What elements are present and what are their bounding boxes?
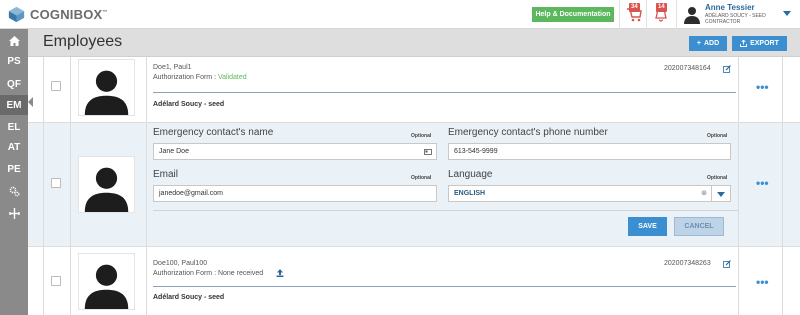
- home-icon: [8, 36, 20, 46]
- employee-row-expanded: Emergency contact's name Optional Jane D…: [28, 122, 800, 247]
- org-chart-icon: [8, 207, 20, 219]
- page-title: Employees: [43, 33, 123, 50]
- employee-photo: [78, 156, 135, 213]
- user-organization: ADÉLARD SOUCY - SEED CONTRACTOR: [705, 13, 766, 25]
- more-options-icon[interactable]: •••: [756, 275, 769, 289]
- export-button[interactable]: EXPORT: [732, 36, 787, 51]
- optional-tag: Optional: [411, 175, 432, 181]
- divider: [153, 210, 738, 211]
- gears-icon: [9, 186, 19, 196]
- divider: [646, 0, 647, 29]
- divider: [676, 0, 677, 29]
- emergency-name-field[interactable]: Jane Doe: [153, 143, 437, 160]
- employee-name[interactable]: Doe100, Paul100: [153, 260, 207, 267]
- sidebar-item-ps[interactable]: PS: [0, 51, 28, 71]
- user-avatar-icon[interactable]: [683, 5, 701, 24]
- logo-text: COGNIBOX™: [30, 6, 108, 22]
- row-checkbox[interactable]: [51, 276, 61, 286]
- plus-icon: +: [696, 40, 701, 47]
- employee-id: 202007348164: [664, 65, 711, 72]
- supervisor-name: Adélard Soucy - seed: [153, 101, 225, 108]
- more-options-icon[interactable]: •••: [756, 80, 769, 94]
- sidebar-item-home[interactable]: [0, 31, 28, 51]
- optional-tag: Optional: [707, 175, 728, 181]
- employee-name[interactable]: Doe1, Paul1: [153, 64, 192, 71]
- employee-row: Doe1, Paul1 Authorization Form : Validat…: [28, 57, 800, 122]
- divider: [153, 286, 736, 287]
- language-select[interactable]: ENGLISH ⊗: [448, 185, 731, 202]
- user-name[interactable]: Anne Tessier: [705, 3, 755, 12]
- contact-card-icon: [424, 149, 432, 155]
- email-label: Email: [153, 169, 179, 180]
- employee-photo: [78, 59, 135, 116]
- save-button[interactable]: SAVE: [628, 217, 667, 236]
- divider: [153, 92, 736, 93]
- sidebar-item-org-chart[interactable]: [0, 203, 28, 223]
- sidebar-item-at[interactable]: AT: [0, 137, 28, 157]
- sidebar-item-el[interactable]: EL: [0, 117, 28, 137]
- chevron-down-icon[interactable]: [717, 192, 725, 197]
- email-field[interactable]: janedoe@gmail.com: [153, 185, 437, 202]
- edit-icon[interactable]: [723, 260, 731, 268]
- authorization-form-status: Authorization Form : None received: [153, 270, 264, 277]
- emergency-name-label: Emergency contact's name: [153, 127, 274, 138]
- cancel-button[interactable]: CANCEL: [674, 217, 724, 236]
- sidebar: PS QF EM EL AT PE: [0, 29, 28, 315]
- language-label: Language: [448, 169, 493, 180]
- sidebar-item-em[interactable]: EM: [0, 95, 28, 115]
- authorization-form-status: Authorization Form : Validated: [153, 74, 247, 81]
- logo-cube-icon: [8, 6, 25, 22]
- cart-count-badge: 34: [629, 3, 640, 12]
- employee-id: 202007348263: [664, 260, 711, 267]
- sidebar-item-pe[interactable]: PE: [0, 159, 28, 179]
- cognibox-logo[interactable]: COGNIBOX™: [8, 5, 108, 23]
- top-bar: COGNIBOX™ Help & Documentation 34 14 Ann…: [0, 0, 800, 29]
- clear-icon[interactable]: ⊗: [701, 189, 707, 197]
- page-header: Employees + ADD EXPORT: [28, 29, 800, 57]
- supervisor-name: Adélard Soucy - seed: [153, 294, 225, 301]
- emergency-phone-label: Emergency contact's phone number: [448, 127, 608, 138]
- help-documentation-button[interactable]: Help & Documentation: [532, 7, 614, 22]
- emergency-phone-field[interactable]: 613-545-9999: [448, 143, 731, 160]
- row-checkbox[interactable]: [51, 81, 61, 91]
- add-button[interactable]: + ADD: [689, 36, 727, 51]
- optional-tag: Optional: [411, 133, 432, 139]
- upload-icon[interactable]: [276, 269, 284, 277]
- export-icon: [740, 40, 748, 47]
- row-checkbox[interactable]: [51, 178, 61, 188]
- notification-count-badge: 14: [656, 3, 667, 12]
- employee-photo: [78, 253, 135, 310]
- user-menu-chevron-icon[interactable]: [783, 11, 791, 16]
- optional-tag: Optional: [707, 133, 728, 139]
- edit-icon[interactable]: [723, 65, 731, 73]
- sidebar-item-qf[interactable]: QF: [0, 74, 28, 94]
- divider: [619, 0, 620, 29]
- sidebar-item-settings[interactable]: [0, 181, 28, 201]
- more-options-icon[interactable]: •••: [756, 176, 769, 190]
- employee-row: Doe100, Paul100 Authorization Form : Non…: [28, 247, 800, 315]
